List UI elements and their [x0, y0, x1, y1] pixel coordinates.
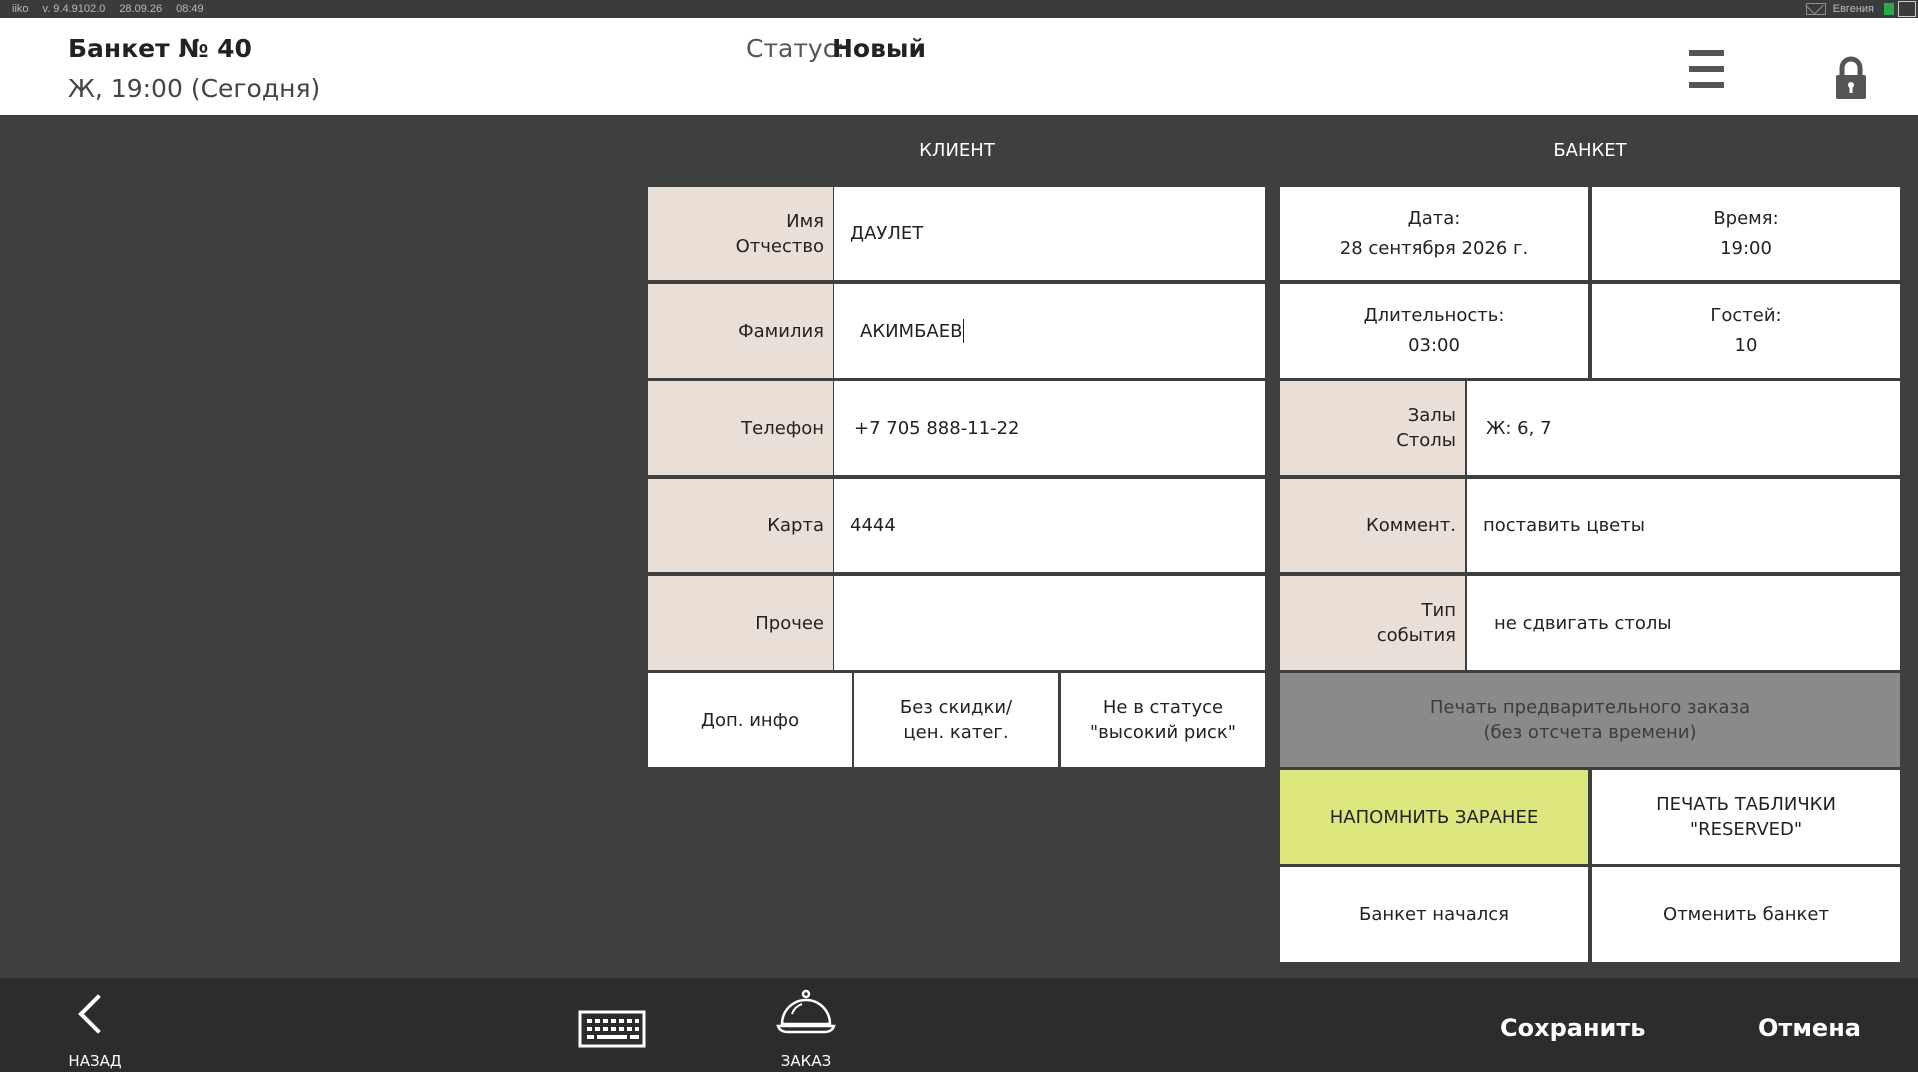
mail-icon[interactable]: [1806, 3, 1826, 15]
print-preorder-button[interactable]: Печать предварительного заказа (без отсч…: [1280, 673, 1900, 767]
lock-icon[interactable]: [1822, 48, 1880, 106]
banquet-started-button[interactable]: Банкет начался: [1280, 867, 1588, 962]
status-label: Статус:: [746, 34, 845, 63]
window-icon[interactable]: [1898, 1, 1916, 17]
system-info: iiko v. 9.4.9102.0 28.09.26 08:49: [12, 0, 218, 18]
banquet-section-title: БАНКЕТ: [1553, 140, 1627, 161]
high-risk-status-button[interactable]: Не в статусе "высокий риск": [1061, 673, 1265, 767]
order-label: ЗАКАЗ: [780, 1052, 832, 1070]
text-cursor: [963, 319, 965, 343]
cancel-banquet-button[interactable]: Отменить банкет: [1592, 867, 1900, 962]
guests-field[interactable]: Гостей: 10: [1592, 284, 1900, 378]
cancel-button[interactable]: Отмена: [1758, 1014, 1861, 1042]
extra-info-button[interactable]: Доп. инфо: [648, 673, 852, 767]
connection-status-icon: [1884, 3, 1894, 15]
bottom-toolbar: НАЗАД ЗАКАЗ Сохранить Отмена: [0, 978, 1918, 1072]
time-value: 19:00: [1720, 237, 1772, 259]
page-subtitle: Ж, 19:00 (Сегодня): [68, 74, 321, 103]
card-label: Карта: [648, 479, 833, 572]
current-user: Евгения: [1832, 3, 1874, 15]
surname-label: Фамилия: [648, 284, 833, 378]
halls-tables-field[interactable]: Ж: 6, 7: [1467, 381, 1900, 475]
card-field[interactable]: 4444: [834, 479, 1265, 572]
order-button[interactable]: ЗАКАЗ: [774, 986, 838, 1070]
no-discount-button[interactable]: Без скидки/ цен. катег.: [854, 673, 1058, 767]
guests-label: Гостей:: [1710, 305, 1782, 326]
date-label: Дата:: [1407, 207, 1461, 229]
time-label: Время:: [1713, 207, 1779, 229]
halls-tables-label: Залы Столы: [1280, 381, 1465, 475]
cloche-icon: [776, 989, 836, 1034]
name-field[interactable]: ДАУЛЕТ: [834, 187, 1265, 280]
header: Банкет № 40 Ж, 19:00 (Сегодня) Статус: Н…: [0, 18, 1918, 115]
back-label: НАЗАД: [68, 1052, 122, 1070]
duration-value: 03:00: [1408, 335, 1460, 356]
back-button[interactable]: НАЗАД: [60, 986, 136, 1070]
other-label: Прочее: [648, 576, 833, 670]
keyboard-icon[interactable]: [578, 1008, 648, 1050]
print-reserved-sign-button[interactable]: ПЕЧАТЬ ТАБЛИЧКИ "RESERVED": [1592, 770, 1900, 864]
guests-value: 10: [1734, 335, 1758, 356]
status-value: Новый: [832, 34, 927, 63]
duration-field[interactable]: Длительность: 03:00: [1280, 284, 1588, 378]
date-field[interactable]: Дата: 28 сентября 2026 г.: [1280, 187, 1588, 280]
comment-field[interactable]: поставить цветы: [1467, 479, 1900, 572]
save-button[interactable]: Сохранить: [1500, 1014, 1645, 1042]
client-section-title: КЛИЕНТ: [919, 140, 995, 161]
time-field[interactable]: Время: 19:00: [1592, 187, 1900, 280]
name-label: Имя Отчество: [648, 187, 833, 280]
system-date: 28.09.26: [119, 3, 163, 15]
event-type-label: Тип события: [1280, 576, 1465, 670]
other-field[interactable]: [834, 576, 1265, 670]
comment-label: Коммент.: [1280, 479, 1465, 572]
page-title: Банкет № 40: [68, 34, 252, 63]
chevron-left-icon: [78, 994, 118, 1034]
app-version: v. 9.4.9102.0: [42, 3, 106, 15]
date-value: 28 сентября 2026 г.: [1339, 237, 1529, 259]
event-type-field[interactable]: не сдвигать столы: [1467, 576, 1900, 670]
system-bar: iiko v. 9.4.9102.0 28.09.26 08:49 Евгения: [0, 0, 1918, 18]
app-name: iiko: [12, 3, 29, 15]
duration-label: Длительность:: [1363, 305, 1505, 326]
phone-label: Телефон: [648, 381, 833, 475]
phone-field[interactable]: +7 705 888-11-22: [834, 381, 1265, 475]
system-time: 08:49: [176, 3, 204, 15]
menu-icon[interactable]: [1680, 46, 1732, 98]
surname-field[interactable]: АКИМБАЕВ: [834, 284, 1265, 378]
remind-in-advance-button[interactable]: НАПОМНИТЬ ЗАРАНЕЕ: [1280, 770, 1588, 864]
surname-value: АКИМБАЕВ: [860, 320, 963, 342]
